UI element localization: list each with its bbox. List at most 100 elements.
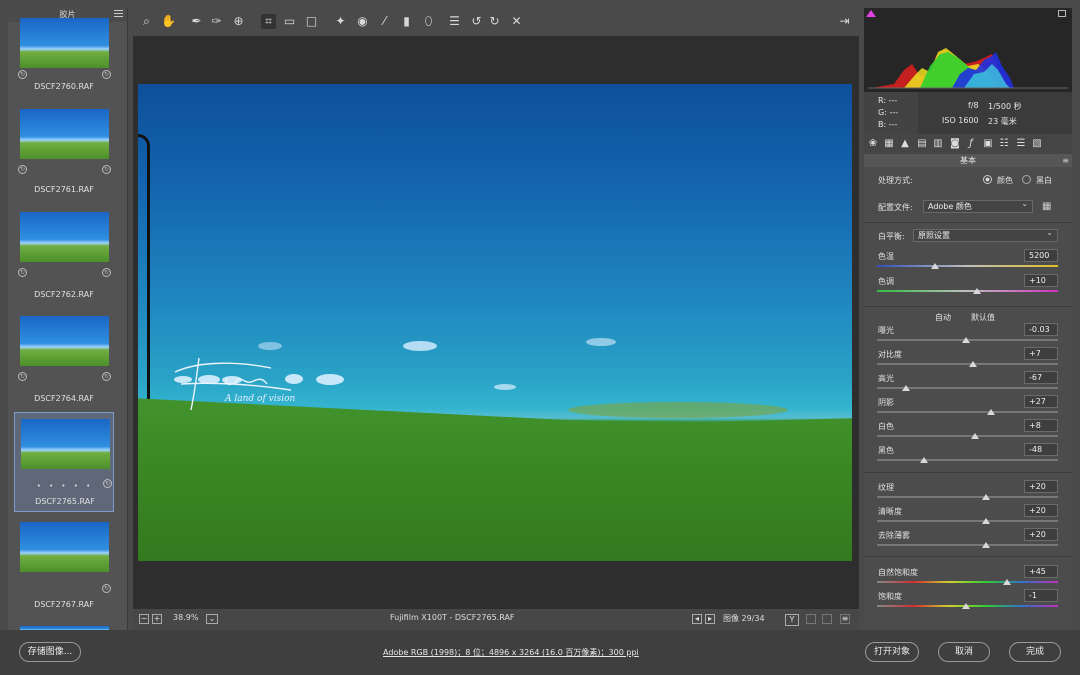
slider-value-field[interactable]: +20 (1024, 528, 1058, 541)
filmstrip-menu-icon[interactable] (114, 10, 123, 19)
slider-handle[interactable] (987, 409, 996, 415)
hand-icon[interactable]: ✋ (161, 14, 176, 29)
slider-value-field[interactable]: +20 (1024, 480, 1058, 493)
filmstrip-thumb[interactable]: ↻ ↻ DSCF2760.RAF (14, 14, 114, 114)
slider-handle[interactable] (968, 361, 977, 367)
bottom-bar: 存储图像... Adobe RGB (1998)；8 位；4896 x 3264… (0, 630, 1080, 675)
slider-value-field[interactable]: -1 (1024, 589, 1058, 602)
filmstrip-scrollbar[interactable] (127, 458, 128, 568)
slider-track[interactable] (877, 290, 1058, 292)
zoom-icon[interactable]: ⌕ (139, 14, 154, 29)
tone-curve-tab-icon[interactable]: ▦ (883, 137, 895, 150)
slider-track[interactable] (877, 363, 1058, 365)
color-sampler-icon[interactable]: ✑ (209, 14, 224, 29)
slider-value-field[interactable]: -48 (1024, 443, 1058, 456)
spot-removal-icon[interactable]: ✦ (333, 14, 348, 29)
filmstrip-thumb[interactable]: ↻ ↻ DSCF2764.RAF (14, 310, 114, 410)
slider-value-field[interactable]: +10 (1024, 274, 1058, 287)
before-after-swap-icon[interactable] (822, 614, 832, 624)
slider-handle[interactable] (930, 263, 939, 269)
slider-track[interactable] (877, 544, 1058, 546)
before-after-y-button[interactable]: Y (785, 614, 799, 626)
open-object-button[interactable]: 打开对象 (865, 642, 919, 662)
slider-value-field[interactable]: -67 (1024, 371, 1058, 384)
slider-handle[interactable] (961, 603, 970, 609)
slider-track[interactable] (877, 411, 1058, 413)
slider-handle[interactable] (970, 433, 979, 439)
slider-value-field[interactable]: +8 (1024, 419, 1058, 432)
slider-value-field[interactable]: +7 (1024, 347, 1058, 360)
slider-track[interactable] (877, 459, 1058, 461)
filmstrip-thumb[interactable]: ↻ ↻ DSCF2761.RAF (14, 103, 114, 203)
slider-handle[interactable] (981, 542, 990, 548)
workflow-options-link[interactable]: Adobe RGB (1998)；8 位；4896 x 3264 (16.0 百… (383, 647, 639, 658)
filmstrip-thumb-partial[interactable] (14, 620, 114, 630)
slider-value-field[interactable]: +27 (1024, 395, 1058, 408)
rating-dots[interactable]: • • • • • (15, 482, 115, 490)
camera-calibration-tab-icon[interactable]: ▣ (982, 137, 994, 150)
slider-track[interactable] (877, 581, 1058, 583)
lens-tab-icon[interactable]: ◙ (949, 137, 961, 150)
basic-tab-icon[interactable]: ❀ (867, 137, 879, 150)
before-after-split-icon[interactable] (806, 614, 816, 624)
filmstrip-thumb-selected[interactable]: • • • • • ↻ DSCF2765.RAF (14, 412, 114, 512)
rotate-right-icon[interactable]: ↻ (487, 14, 502, 29)
slider-value-field[interactable]: +20 (1024, 504, 1058, 517)
trash-icon[interactable]: ✕ (509, 14, 524, 29)
transform-icon[interactable]: □ (304, 14, 319, 29)
profile-browser-icon[interactable]: ▦ (1042, 200, 1056, 213)
target-adjust-icon[interactable]: ⊕ (231, 14, 246, 29)
preview-image[interactable] (138, 84, 852, 561)
graduated-filter-icon[interactable]: ▮ (399, 14, 414, 29)
snapshots-tab-icon[interactable]: ☰ (1015, 137, 1027, 150)
split-toning-tab-icon[interactable]: ▥ (932, 137, 944, 150)
slider-value-field[interactable]: -0.03 (1024, 323, 1058, 336)
detail-tab-icon[interactable]: ▲ (899, 137, 911, 150)
slider-handle[interactable] (981, 494, 990, 500)
slider-value-field[interactable]: +45 (1024, 565, 1058, 578)
hsl-tab-icon[interactable]: ▤ (916, 137, 928, 150)
zoom-dropdown-icon[interactable]: ⌄ (206, 614, 218, 624)
histogram-graph (868, 48, 1068, 89)
rotate-left-icon[interactable]: ↺ (469, 14, 484, 29)
slider-track[interactable] (877, 496, 1058, 498)
presets-tab-icon[interactable]: ☷ (998, 137, 1010, 150)
save-image-button[interactable]: 存储图像... (19, 642, 81, 662)
filmstrip-thumb[interactable]: ↻ ↻ DSCF2762.RAF (14, 206, 114, 306)
slider-handle[interactable] (981, 518, 990, 524)
open-export-icon[interactable]: ⇥ (837, 14, 852, 29)
next-image-icon[interactable]: ▸ (705, 614, 715, 624)
copy-tab-icon[interactable]: ▧ (1031, 137, 1043, 150)
treatment-bw-radio[interactable] (1022, 175, 1031, 184)
filmstrip-thumb[interactable]: ↻ DSCF2767.RAF (14, 518, 114, 618)
slider-handle[interactable] (961, 337, 970, 343)
adjustment-brush-icon[interactable]: ⁄ (377, 14, 392, 29)
slider-handle[interactable] (901, 385, 910, 391)
panel-menu-icon[interactable]: ≡ (1062, 154, 1069, 167)
slider-track[interactable] (877, 435, 1058, 437)
slider-handle[interactable] (1003, 579, 1012, 585)
slider-handle[interactable] (972, 288, 981, 294)
radial-filter-icon[interactable]: ⬯ (421, 14, 436, 29)
straighten-icon[interactable]: ▭ (282, 14, 297, 29)
list-icon[interactable]: ☰ (447, 14, 462, 29)
cancel-button[interactable]: 取消 (938, 642, 990, 662)
slider-value-field[interactable]: 5200 (1024, 249, 1058, 262)
done-button[interactable]: 完成 (1009, 642, 1061, 662)
zoom-in-icon[interactable]: + (152, 614, 162, 624)
slider-handle[interactable] (920, 457, 929, 463)
view-settings-icon[interactable]: ≡ (840, 614, 850, 624)
default-button[interactable]: 默认值 (971, 312, 995, 323)
auto-button[interactable]: 自动 (935, 312, 951, 323)
treatment-color-radio[interactable] (983, 175, 992, 184)
profile-select[interactable]: Adobe 颜色 (923, 198, 1033, 213)
zoom-out-icon[interactable]: − (139, 614, 149, 624)
slider-track[interactable] (877, 520, 1058, 522)
slider-track[interactable] (877, 265, 1058, 267)
prev-image-icon[interactable]: ◂ (692, 614, 702, 624)
white-balance-icon[interactable]: ✒ (189, 14, 204, 29)
white-balance-select[interactable]: 原照设置 (913, 227, 1058, 242)
crop-icon[interactable]: ⌗ (261, 14, 276, 29)
red-eye-icon[interactable]: ◉ (355, 14, 370, 29)
effects-tab-icon[interactable]: ƒ (965, 137, 977, 150)
